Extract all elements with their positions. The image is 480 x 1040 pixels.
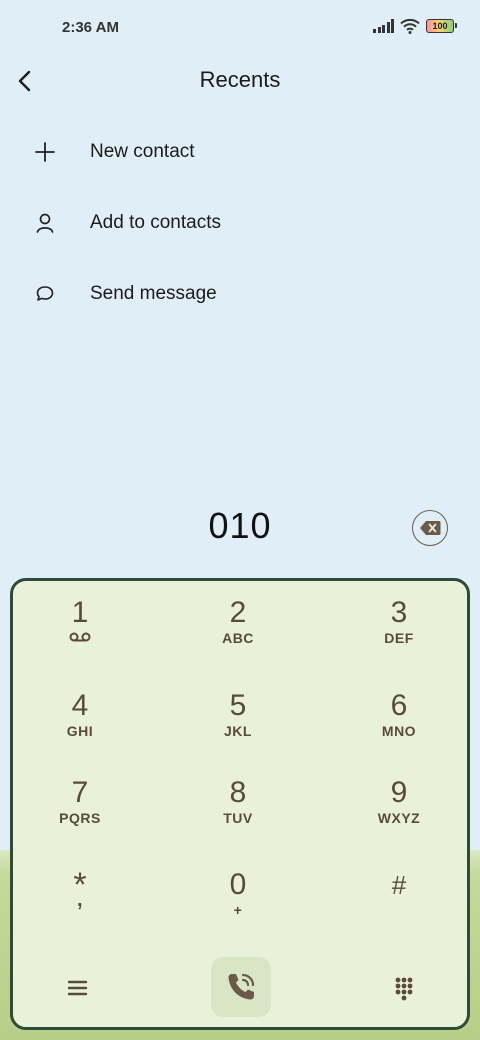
voicemail-icon (69, 632, 91, 642)
key-letters: WXYZ (377, 810, 421, 826)
wifi-icon (400, 18, 420, 34)
menu-item-label: Add to contacts (90, 212, 221, 233)
key-digit: 6 (390, 689, 408, 722)
key-8[interactable]: 8 TUV (163, 777, 313, 857)
key-digit: # (391, 870, 407, 900)
key-letters: GHI (66, 723, 94, 739)
key-star[interactable]: * , (5, 868, 155, 949)
dialpad: 1 2 ABC 3 DEF 4 GHI 5 JKL 6 MNO 7 PQRS 8… (10, 578, 470, 1030)
backspace-icon (420, 521, 441, 535)
dialed-number: 010 (208, 505, 272, 546)
page-title: Recents (199, 67, 281, 92)
dialpad-icon (395, 977, 413, 1001)
key-letters: ABC (222, 630, 254, 646)
phone-call-icon (228, 973, 255, 1000)
key-letters: PQRS (59, 810, 101, 826)
menu-button[interactable] (63, 974, 93, 1002)
dialpad-toggle-button[interactable] (389, 974, 419, 1002)
key-letters: MNO (381, 723, 417, 739)
status-bar: 2:36 AM 100 (0, 0, 480, 54)
key-1[interactable]: 1 (5, 597, 155, 677)
new-contact-item[interactable]: New contact (0, 122, 480, 182)
chat-bubble-icon (36, 286, 54, 301)
key-digit: 1 (71, 596, 89, 629)
plus-icon (35, 142, 55, 162)
status-time: 2:36 AM (62, 19, 119, 36)
key-5[interactable]: 5 JKL (163, 690, 313, 770)
key-2[interactable]: 2 ABC (163, 597, 313, 677)
status-icons: 100 (373, 18, 457, 34)
key-digit: 4 (71, 689, 89, 722)
send-message-item[interactable]: Send message (0, 264, 480, 324)
key-digit: 5 (229, 689, 247, 722)
key-letters: + (233, 902, 243, 918)
key-0[interactable]: 0 + (163, 869, 313, 949)
menu-item-label: Send message (90, 283, 217, 304)
key-letters: TUV (223, 810, 253, 826)
key-3[interactable]: 3 DEF (324, 597, 474, 677)
key-digit: 3 (390, 596, 408, 629)
key-hash[interactable]: # (324, 869, 474, 949)
call-button[interactable] (211, 957, 271, 1017)
menu-item-label: New contact (90, 141, 195, 162)
signal-icon (373, 19, 394, 33)
key-letters: , (76, 889, 84, 911)
hamburger-menu-icon (67, 980, 88, 996)
add-to-contacts-item[interactable]: Add to contacts (0, 193, 480, 253)
key-letters: DEF (384, 630, 414, 646)
key-digit: 0 (229, 868, 247, 901)
key-6[interactable]: 6 MNO (324, 690, 474, 770)
backspace-button[interactable] (412, 510, 448, 546)
key-4[interactable]: 4 GHI (5, 690, 155, 770)
key-7[interactable]: 7 PQRS (5, 777, 155, 857)
key-digit: 8 (229, 776, 247, 809)
person-icon (36, 213, 54, 233)
key-digit: 9 (390, 776, 408, 809)
battery-icon: 100 (426, 19, 457, 33)
key-9[interactable]: 9 WXYZ (324, 777, 474, 857)
key-digit: 2 (229, 596, 247, 629)
key-digit: 7 (71, 776, 89, 809)
key-letters: JKL (224, 723, 252, 739)
